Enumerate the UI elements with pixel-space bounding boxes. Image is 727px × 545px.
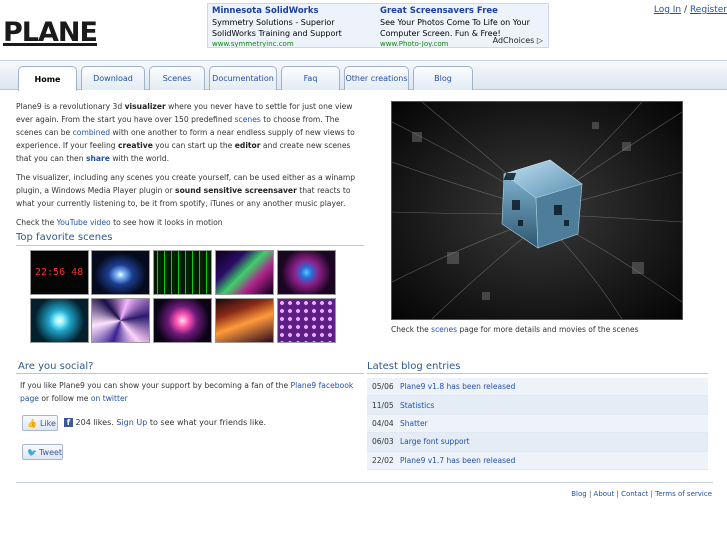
hero-scene-image[interactable]: [391, 101, 683, 320]
scene-thumb-crystal[interactable]: [91, 298, 150, 343]
favorites-divider: [16, 245, 364, 246]
footer-terms-link[interactable]: Terms of service: [655, 490, 712, 498]
blog-entry-link[interactable]: Shatter: [397, 419, 428, 428]
tweet-label: Tweet: [38, 447, 63, 457]
text: to see what your friends like.: [147, 418, 267, 427]
footer-contact-link[interactable]: Contact: [621, 490, 648, 498]
scene-thumb-matrix[interactable]: [153, 250, 212, 295]
twitter-link[interactable]: on twitter: [91, 394, 128, 403]
login-link[interactable]: Log In: [654, 5, 681, 15]
scene-thumb-vortex[interactable]: [91, 250, 150, 295]
text: you can start up the: [152, 141, 235, 150]
blog-list: 05/06 Plane9 v1.8 has been released 11/05…: [367, 378, 708, 470]
social-title: Are you social?: [18, 361, 94, 372]
thumbs-up-icon: 👍: [27, 418, 37, 428]
facebook-icon: f: [64, 418, 73, 427]
login-separator: /: [684, 5, 688, 15]
scene-thumb-tunnel[interactable]: [277, 250, 336, 295]
youtube-video-link[interactable]: YouTube video: [57, 218, 111, 227]
keyword-editor: editor: [234, 141, 261, 150]
likes-text: 204 likes.: [75, 418, 114, 427]
scenes-page-link[interactable]: scenes: [431, 325, 457, 334]
blog-entry[interactable]: 05/06 Plane9 v1.8 has been released: [367, 378, 708, 397]
scene-thumb-burst[interactable]: [30, 298, 89, 343]
ad-text: Symmetry Solutions - Superior SolidWorks…: [212, 18, 342, 38]
blog-date: 11/05: [372, 400, 394, 410]
scene-thumb-flames[interactable]: [215, 298, 274, 343]
scene-thumb-clock[interactable]: 22:56 48: [30, 250, 89, 295]
blog-entry-link[interactable]: Large font support: [397, 437, 470, 446]
tab-documentation[interactable]: Documentation: [209, 66, 277, 90]
blog-entry-link[interactable]: Statistics: [397, 401, 434, 410]
register-link[interactable]: Register: [690, 5, 727, 15]
intro-paragraph-2: The visualizer, including any scenes you…: [16, 171, 366, 210]
main-nav-tabs: Home Download Scenes Documentation Faq O…: [18, 66, 477, 91]
keyword-screensaver: sound sensitive screensaver: [175, 186, 297, 195]
blog-date: 22/02: [372, 455, 394, 465]
intro-paragraph-1: Plane9 is a revolutionary 3d visualizer …: [16, 100, 366, 165]
blog-divider: [367, 373, 708, 374]
adchoices-link[interactable]: AdChoices ▷: [490, 36, 545, 45]
blog-entry[interactable]: 22/02 Plane9 v1.7 has been released: [367, 451, 708, 470]
intro-text: Plane9 is a revolutionary 3d visualizer …: [16, 100, 366, 235]
text: page for more details and movies of the …: [457, 325, 639, 334]
tab-faq[interactable]: Faq: [281, 66, 340, 90]
blog-date: 06/03: [372, 437, 394, 447]
intro-paragraph-3: Check the YouTube video to see how it lo…: [16, 216, 366, 229]
scenes-link[interactable]: scenes: [235, 115, 261, 124]
text: If you like Plane9 you can show your sup…: [20, 381, 291, 390]
signup-link[interactable]: Sign Up: [116, 418, 147, 427]
tab-other-creations[interactable]: Other creations: [344, 66, 409, 90]
blog-entry-link[interactable]: Plane9 v1.8 has been released: [397, 382, 515, 391]
text: or follow me: [38, 394, 91, 403]
text: Check the: [16, 218, 57, 227]
svg-text:22:56 48: 22:56 48: [35, 267, 83, 278]
blog-entry[interactable]: 11/05 Statistics: [367, 396, 708, 415]
tab-scenes[interactable]: Scenes: [149, 66, 205, 90]
tab-download[interactable]: Download: [81, 66, 145, 90]
tweet-button[interactable]: 🐦 Tweet: [22, 444, 63, 460]
text: with the world.: [109, 154, 170, 163]
social-divider: [16, 373, 364, 374]
combined-link[interactable]: combined: [73, 128, 110, 137]
share-link[interactable]: share: [86, 154, 110, 163]
tab-blog[interactable]: Blog: [413, 66, 473, 90]
likes-count: f 204 likes. Sign Up to see what your fr…: [64, 418, 266, 427]
facebook-like-button[interactable]: 👍 Like: [22, 415, 58, 431]
footer-divider: [16, 482, 713, 483]
blog-date: 05/06: [372, 382, 394, 392]
blog-entry[interactable]: 04/04 Shatter: [367, 414, 708, 434]
twitter-bird-icon: 🐦: [27, 447, 37, 457]
scene-thumb-grid[interactable]: [277, 298, 336, 343]
scene-thumb-rays[interactable]: [215, 250, 274, 295]
keyword-visualizer: visualizer: [124, 102, 166, 111]
ad-title[interactable]: Minnesota SolidWorks: [212, 6, 378, 17]
blog-title: Latest blog entries: [367, 361, 461, 372]
ad-url[interactable]: www.symmetryinc.com: [212, 39, 378, 47]
tab-home[interactable]: Home: [18, 66, 77, 91]
ad-banner[interactable]: Minnesota SolidWorks Symmetry Solutions …: [207, 3, 549, 48]
ad-item-1[interactable]: Minnesota SolidWorks Symmetry Solutions …: [212, 6, 378, 47]
site-logo[interactable]: PLANE9: [2, 12, 116, 48]
blog-entry-link[interactable]: Plane9 v1.7 has been released: [397, 456, 515, 465]
text: to see how it looks in motion: [110, 218, 223, 227]
blog-date: 04/04: [372, 418, 394, 428]
like-label: Like: [39, 418, 56, 428]
social-text: If you like Plane9 you can show your sup…: [20, 379, 365, 405]
login-links: Log In / Register: [654, 5, 727, 15]
footer-links: Blog | About | Contact | Terms of servic…: [571, 490, 712, 498]
blog-entry[interactable]: 06/03 Large font support: [367, 433, 708, 452]
footer-about-link[interactable]: About: [594, 490, 615, 498]
favorites-title: Top favorite scenes: [16, 232, 113, 243]
text: Plane9 is a revolutionary 3d: [16, 102, 125, 111]
ad-title[interactable]: Great Screensavers Free: [380, 6, 546, 17]
text: Check the: [391, 325, 432, 334]
footer-blog-link[interactable]: Blog: [571, 490, 586, 498]
hero-caption: Check the scenes page for more details a…: [391, 325, 639, 334]
scene-thumb-flower[interactable]: [153, 298, 212, 343]
keyword-creative: creative: [118, 141, 153, 150]
